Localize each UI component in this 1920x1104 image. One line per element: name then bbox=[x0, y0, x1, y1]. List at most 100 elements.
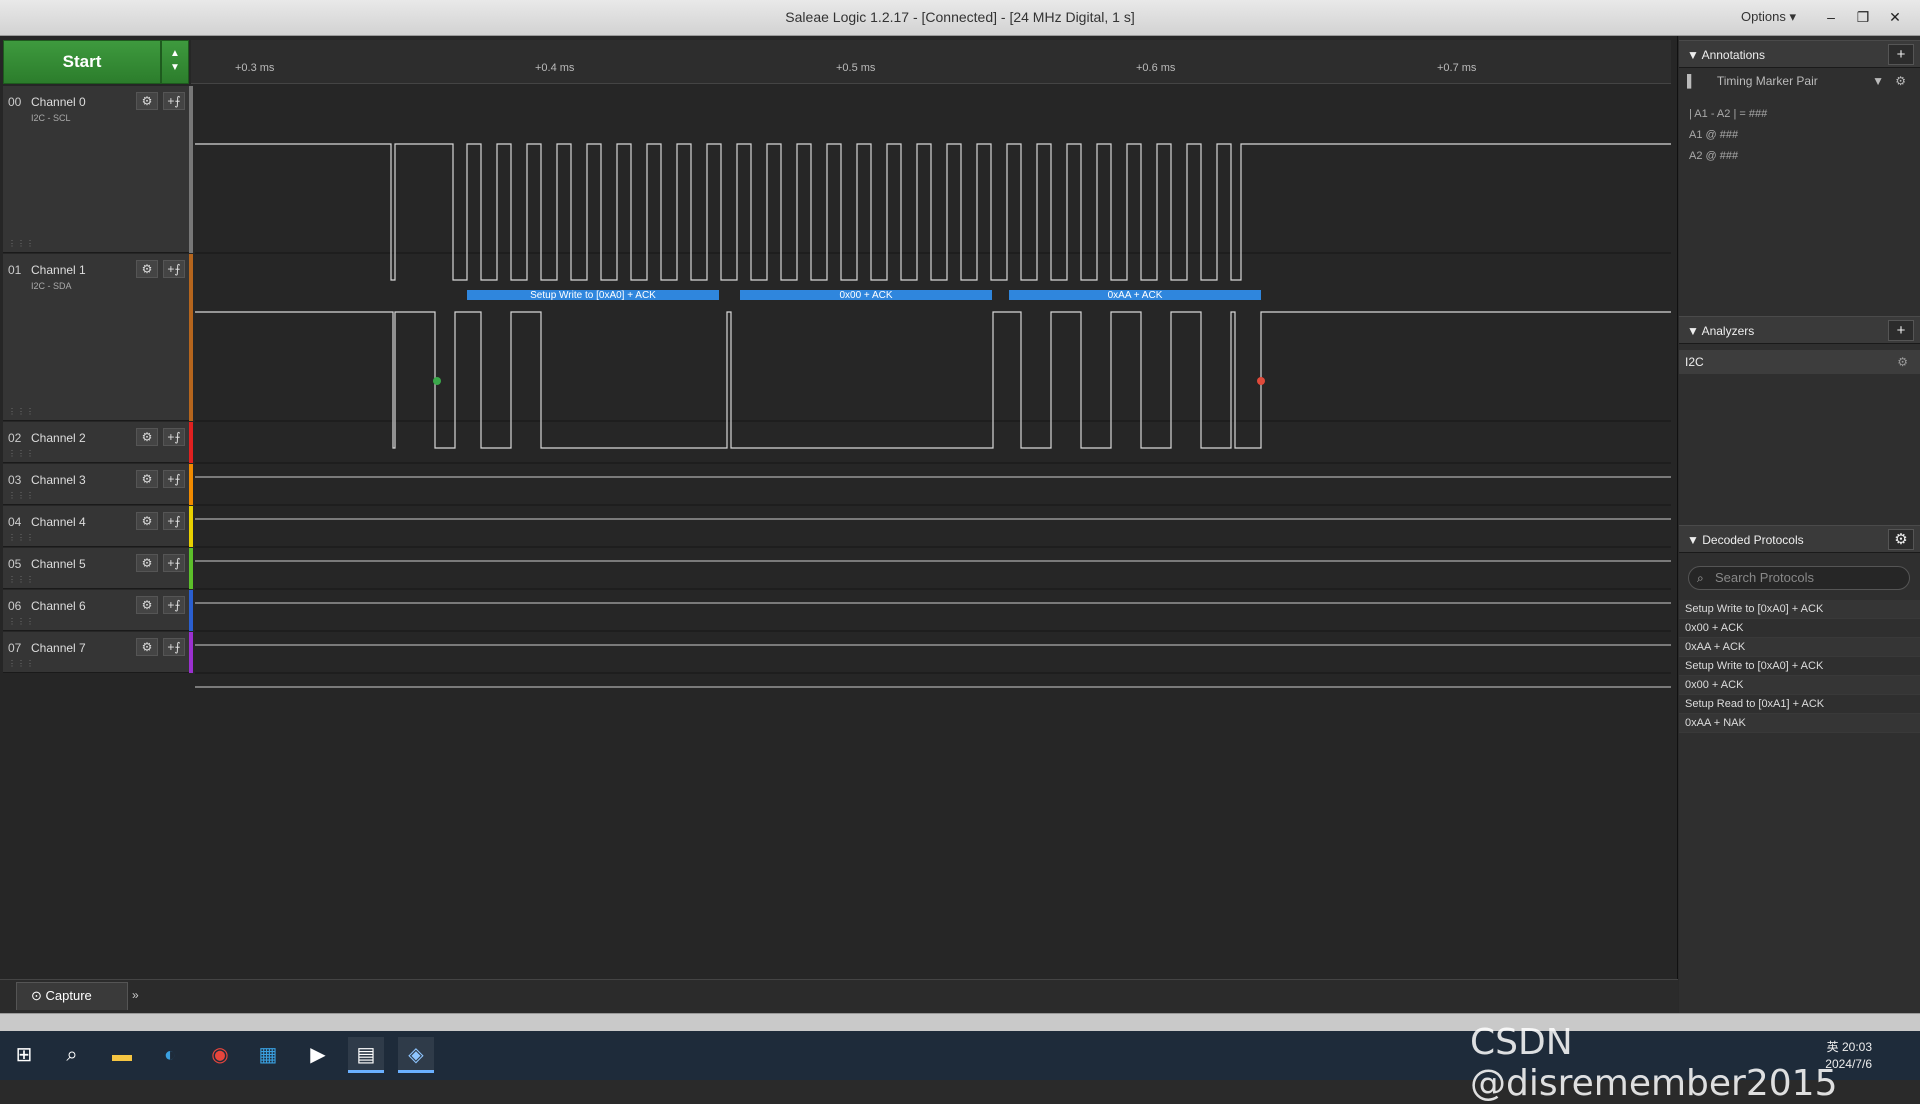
chrome-browser-icon[interactable]: ◉ bbox=[202, 1037, 238, 1073]
list-item[interactable]: 0x00 + ACK bbox=[1679, 676, 1920, 695]
analyzers-title: Analyzers bbox=[1701, 324, 1755, 338]
minimize-icon[interactable]: – bbox=[1818, 4, 1844, 30]
sda-waveform bbox=[195, 311, 1671, 449]
channel-name[interactable]: Channel 4 bbox=[31, 515, 86, 529]
add-trigger-icon[interactable]: +⨍ bbox=[163, 260, 185, 278]
add-trigger-icon[interactable]: +⨍ bbox=[163, 638, 185, 656]
drag-handle-icon[interactable]: ⋮⋮⋮ bbox=[8, 239, 35, 248]
tab-capture-label: Capture bbox=[45, 988, 92, 1003]
add-trigger-icon[interactable]: +⨍ bbox=[163, 470, 185, 488]
search-icon[interactable]: ⌕ bbox=[54, 1037, 90, 1073]
channel-row-5[interactable]: 05 Channel 5 ⚙ +⨍ ⋮⋮⋮ bbox=[3, 548, 189, 589]
channel-row-2[interactable]: 02 Channel 2 ⚙ +⨍ ⋮⋮⋮ bbox=[3, 422, 189, 463]
saleae-logic-icon[interactable]: ▤ bbox=[348, 1037, 384, 1073]
add-trigger-icon[interactable]: +⨍ bbox=[163, 428, 185, 446]
drag-handle-icon[interactable]: ⋮⋮⋮ bbox=[8, 617, 35, 626]
restore-icon[interactable]: ❐ bbox=[1850, 4, 1876, 30]
edge-browser-icon[interactable]: ◐ bbox=[152, 1037, 188, 1073]
start-marker-icon bbox=[433, 377, 441, 385]
channel-name[interactable]: Channel 5 bbox=[31, 557, 86, 571]
channel-name[interactable]: Channel 0 bbox=[31, 95, 86, 109]
idle-channels bbox=[195, 476, 1671, 688]
gear-icon[interactable]: ⚙ bbox=[1897, 350, 1908, 374]
add-trigger-icon[interactable]: +⨍ bbox=[163, 596, 185, 614]
waveform-display[interactable]: Setup Write to [0xA0] + ACK 0x00 + ACK 0… bbox=[195, 86, 1671, 716]
close-icon[interactable]: ✕ bbox=[1882, 4, 1908, 30]
channel-row-0[interactable]: 00 Channel 0 I2C - SCL ⚙ +⨍ ⋮⋮⋮ bbox=[3, 86, 189, 253]
list-item[interactable]: Setup Write to [0xA0] + ACK bbox=[1679, 600, 1920, 619]
steam-icon[interactable]: ◈ bbox=[398, 1037, 434, 1073]
search-input[interactable]: ⌕ Search Protocols bbox=[1688, 566, 1910, 590]
watermark: CSDN @disremember2015 bbox=[1470, 1022, 1838, 1104]
main-panel: Start ▲ ▼ +0.3 ms +0.4 ms +0.5 ms +0.6 ms… bbox=[0, 36, 1678, 1013]
gear-icon[interactable]: ⚙ bbox=[136, 428, 158, 446]
channel-name[interactable]: Channel 2 bbox=[31, 431, 86, 445]
channel-number: 01 bbox=[8, 263, 22, 277]
gear-icon[interactable]: ⚙ bbox=[136, 554, 158, 572]
plus-icon[interactable]: + bbox=[1888, 44, 1914, 65]
decoded-protocols-header[interactable]: ▼ Decoded Protocols ⚙ bbox=[1679, 525, 1920, 553]
channel-number: 00 bbox=[8, 95, 22, 109]
decoded-protocols-list[interactable]: Setup Write to [0xA0] + ACK 0x00 + ACK 0… bbox=[1679, 600, 1920, 733]
windows-start-icon[interactable]: ⊞ bbox=[6, 1037, 42, 1073]
channel-name[interactable]: Channel 6 bbox=[31, 599, 86, 613]
analyzer-item[interactable]: I2C ⚙ bbox=[1679, 350, 1920, 374]
analyzers-header[interactable]: ▼ Analyzers + bbox=[1679, 316, 1920, 344]
time-ruler[interactable]: +0.3 ms +0.4 ms +0.5 ms +0.6 ms +0.7 ms bbox=[191, 40, 1671, 84]
gear-icon[interactable]: ⚙ bbox=[136, 638, 158, 656]
media-app-icon[interactable]: ▶ bbox=[300, 1037, 336, 1073]
channel-row-3[interactable]: 03 Channel 3 ⚙ +⨍ ⋮⋮⋮ bbox=[3, 464, 189, 505]
side-panel: ▼ Annotations + ▌ Timing Marker Pair ▼ ⚙… bbox=[1679, 36, 1920, 1013]
drag-handle-icon[interactable]: ⋮⋮⋮ bbox=[8, 449, 35, 458]
channel-row-6[interactable]: 06 Channel 6 ⚙ +⨍ ⋮⋮⋮ bbox=[3, 590, 189, 631]
channel-row-7[interactable]: 07 Channel 7 ⚙ +⨍ ⋮⋮⋮ bbox=[3, 632, 189, 673]
bottom-tab-bar: ⊙ Capture » bbox=[0, 979, 1678, 1013]
channel-name[interactable]: Channel 3 bbox=[31, 473, 86, 487]
plus-icon[interactable]: + bbox=[1888, 320, 1914, 341]
gear-icon[interactable]: ⚙ bbox=[1888, 529, 1914, 550]
gear-icon[interactable]: ⚙ bbox=[136, 596, 158, 614]
channel-row-4[interactable]: 04 Channel 4 ⚙ +⨍ ⋮⋮⋮ bbox=[3, 506, 189, 547]
gear-icon[interactable]: ⚙ bbox=[136, 260, 158, 278]
channel-analyzer-label: I2C - SDA bbox=[31, 281, 72, 291]
start-button[interactable]: Start bbox=[3, 40, 161, 84]
capture-icon: ⊙ bbox=[31, 988, 42, 1003]
add-trigger-icon[interactable]: +⨍ bbox=[163, 92, 185, 110]
list-item[interactable]: 0xAA + ACK bbox=[1679, 638, 1920, 657]
list-item[interactable]: 0xAA + NAK bbox=[1679, 714, 1920, 733]
collapse-triangle-icon: ▼ bbox=[1687, 533, 1699, 547]
add-trigger-icon[interactable]: +⨍ bbox=[163, 512, 185, 530]
drag-handle-icon[interactable]: ⋮⋮⋮ bbox=[8, 575, 35, 584]
channel-name[interactable]: Channel 1 bbox=[31, 263, 86, 277]
channel-name[interactable]: Channel 7 bbox=[31, 641, 86, 655]
list-item[interactable]: Setup Read to [0xA1] + ACK bbox=[1679, 695, 1920, 714]
stop-marker-icon bbox=[1257, 377, 1265, 385]
list-item[interactable]: 0x00 + ACK bbox=[1679, 619, 1920, 638]
time-tick-label: +0.7 ms bbox=[1437, 62, 1477, 74]
annotations-header[interactable]: ▼ Annotations + bbox=[1679, 40, 1920, 68]
drag-handle-icon[interactable]: ⋮⋮⋮ bbox=[8, 533, 35, 542]
scl-waveform bbox=[195, 143, 1671, 281]
decoded-protocols-title: Decoded Protocols bbox=[1702, 533, 1804, 547]
double-chevron-right-icon[interactable]: » bbox=[132, 988, 139, 1002]
store-icon[interactable]: ▦ bbox=[250, 1037, 286, 1073]
gear-icon[interactable]: ⚙ bbox=[136, 512, 158, 530]
start-options-button[interactable]: ▲ ▼ bbox=[161, 40, 189, 84]
file-explorer-icon[interactable]: ▬ bbox=[104, 1037, 140, 1073]
gear-icon[interactable]: ⚙ bbox=[136, 92, 158, 110]
timing-marker-pair-row[interactable]: ▌ Timing Marker Pair ▼ ⚙ bbox=[1687, 74, 1912, 98]
channel-number: 04 bbox=[8, 515, 22, 529]
channel-color-bar bbox=[189, 86, 193, 253]
chevron-down-icon[interactable]: ▼ bbox=[1872, 74, 1884, 88]
channel-row-1[interactable]: 01 Channel 1 I2C - SDA ⚙ +⨍ ⋮⋮⋮ bbox=[3, 254, 189, 421]
drag-handle-icon[interactable]: ⋮⋮⋮ bbox=[8, 407, 35, 416]
drag-handle-icon[interactable]: ⋮⋮⋮ bbox=[8, 659, 35, 668]
options-menu[interactable]: Options ▾ bbox=[1741, 9, 1796, 25]
drag-handle-icon[interactable]: ⋮⋮⋮ bbox=[8, 491, 35, 500]
tab-capture[interactable]: ⊙ Capture bbox=[16, 982, 128, 1010]
gear-icon[interactable]: ⚙ bbox=[1895, 74, 1906, 88]
channel-color-bar bbox=[189, 254, 193, 421]
list-item[interactable]: Setup Write to [0xA0] + ACK bbox=[1679, 657, 1920, 676]
gear-icon[interactable]: ⚙ bbox=[136, 470, 158, 488]
add-trigger-icon[interactable]: +⨍ bbox=[163, 554, 185, 572]
